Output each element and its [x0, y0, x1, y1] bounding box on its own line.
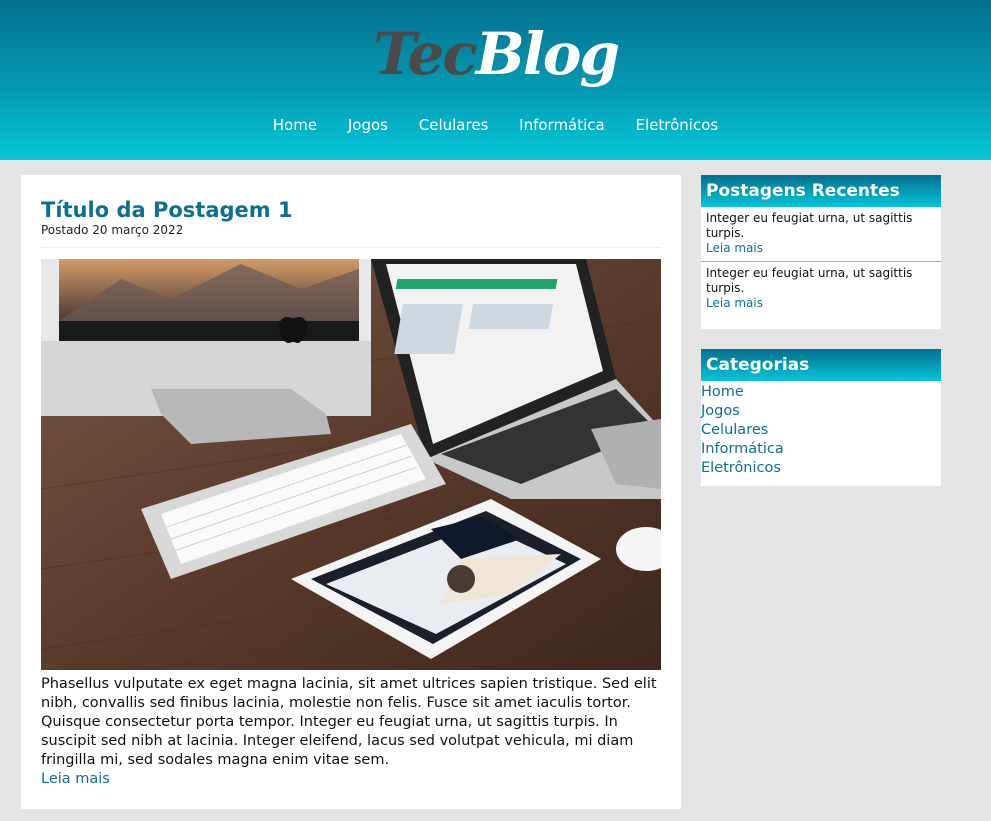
post-image: [41, 259, 661, 670]
nav-eletronicos[interactable]: Eletrônicos: [636, 116, 719, 134]
categories-title: Categorias: [701, 349, 941, 381]
logo-tec: Tec: [372, 20, 478, 88]
post-card: Título da Postagem 1 Postado 20 março 20…: [21, 175, 681, 809]
site-header: TecBlog Home Jogos Celulares Informática…: [0, 0, 991, 160]
post-body: Phasellus vulputate ex eget magna lacini…: [41, 676, 657, 768]
category-link-jogos[interactable]: Jogos: [701, 402, 941, 421]
post-title[interactable]: Título da Postagem 1: [41, 197, 661, 223]
nav-celulares[interactable]: Celulares: [419, 116, 489, 134]
post-read-more-link[interactable]: Leia mais: [41, 770, 661, 789]
category-item: Informática: [701, 440, 941, 459]
categories-list: Home Jogos Celulares Informática Eletrôn…: [701, 381, 941, 478]
category-item: Home: [701, 383, 941, 402]
category-link-home[interactable]: Home: [701, 383, 941, 402]
recent-posts-widget: Postagens Recentes Integer eu feugiat ur…: [701, 175, 941, 329]
post-image-illustration: [41, 259, 661, 670]
categories-widget: Categorias Home Jogos Celulares Informát…: [701, 349, 941, 486]
category-item: Jogos: [701, 402, 941, 421]
logo-blog: Blog: [475, 20, 620, 88]
recent-post-item: Integer eu feugiat urna, ut sagittis tur…: [701, 262, 941, 316]
category-link-informatica[interactable]: Informática: [701, 440, 941, 459]
site-logo[interactable]: TecBlog: [0, 20, 991, 88]
recent-post-item: Integer eu feugiat urna, ut sagittis tur…: [701, 207, 941, 262]
category-link-eletronicos[interactable]: Eletrônicos: [701, 459, 941, 478]
post-date: Postado 20 março 2022: [41, 223, 661, 248]
category-item: Celulares: [701, 421, 941, 440]
recent-post-read-more-link[interactable]: Leia mais: [706, 241, 936, 256]
recent-post-text: Integer eu feugiat urna, ut sagittis tur…: [706, 266, 913, 295]
nav-jogos[interactable]: Jogos: [348, 116, 388, 134]
recent-post-read-more-link[interactable]: Leia mais: [706, 296, 936, 311]
nav-home[interactable]: Home: [273, 116, 317, 134]
category-item: Eletrônicos: [701, 459, 941, 478]
recent-post-text: Integer eu feugiat urna, ut sagittis tur…: [706, 211, 913, 240]
nav-informatica[interactable]: Informática: [519, 116, 605, 134]
main-nav: Home Jogos Celulares Informática Eletrôn…: [0, 116, 991, 134]
recent-posts-title: Postagens Recentes: [701, 175, 941, 207]
category-link-celulares[interactable]: Celulares: [701, 421, 941, 440]
